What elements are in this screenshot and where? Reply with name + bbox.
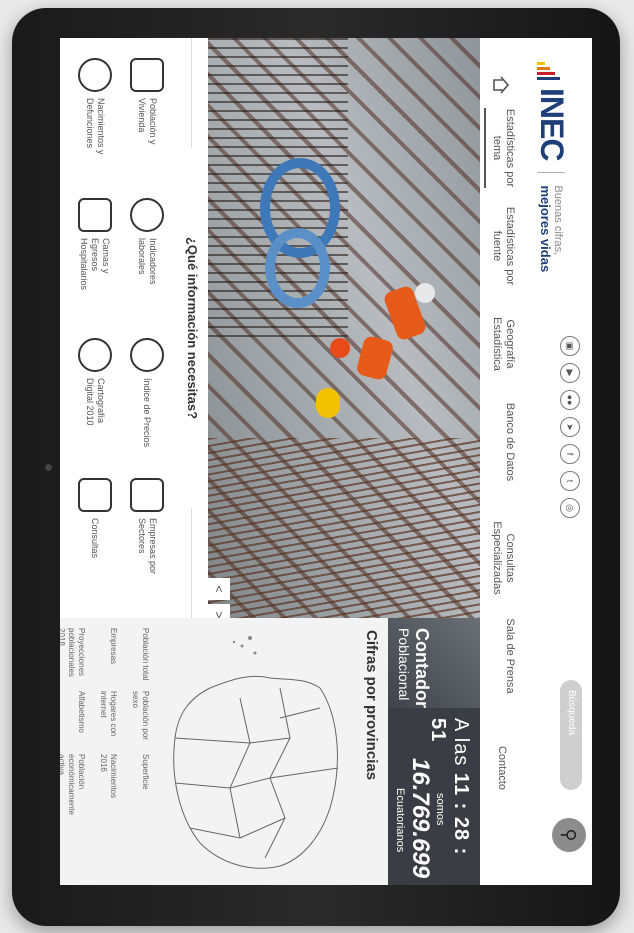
stat-label[interactable]: Empresas	[98, 628, 118, 687]
tagline-1: Buenas cifras,	[552, 185, 565, 256]
carousel-next-button[interactable]: >	[208, 604, 230, 618]
tile-empresas-sectores[interactable]: Empresas por Sectores	[122, 478, 172, 588]
website: INEC Buenas cifras, mejores vidas ▣ ▶ ●●…	[60, 38, 592, 885]
ecuador-map[interactable]	[155, 618, 360, 885]
tagline-2: mejores vidas	[538, 185, 554, 273]
counter-title: Contador	[412, 628, 432, 708]
counter-unit: Ecuatorianos	[394, 788, 406, 853]
hero-image: < >	[208, 38, 480, 618]
social-icons: ▣ ▶ ●● ➤ f t ◎	[560, 336, 580, 518]
nav-sala-prensa[interactable]: Sala de Prensa	[503, 616, 516, 696]
app-icon[interactable]: ▣	[560, 336, 580, 356]
tile-consultas[interactable]: Consultas	[70, 478, 120, 588]
hospital-icon	[78, 198, 112, 232]
stat-label[interactable]: Población por sexo	[130, 691, 150, 750]
tile-poblacion-vivienda[interactable]: Población y Vivienda	[122, 58, 172, 168]
stat-label[interactable]: Hogares con internet	[98, 691, 118, 750]
info-title: ¿Qué información necesitas?	[185, 148, 200, 508]
camera	[45, 464, 52, 471]
population-counter: Contador Poblacional A las 11 : 28 : 51 …	[388, 618, 480, 885]
stat-label[interactable]: Alfabetismo	[60, 691, 86, 750]
stat-label[interactable]: Nacimientos 2016	[98, 754, 118, 815]
telegram-icon[interactable]: ➤	[560, 417, 580, 437]
counter-subtitle: Poblacional	[396, 628, 412, 701]
tablet-screen: INEC Buenas cifras, mejores vidas ▣ ▶ ●●…	[60, 38, 592, 885]
provinces-panel: Cifras por provincias Población total Po…	[60, 618, 388, 885]
main-nav: Estadísticas por tema Estadísticas por f…	[479, 38, 520, 885]
nav-banco-datos[interactable]: Banco de Datos	[503, 402, 516, 482]
search-input[interactable]: Búsqueda	[560, 680, 582, 790]
provinces-title: Cifras por provincias	[363, 630, 380, 781]
stat-label[interactable]: Población total	[130, 628, 150, 687]
logo-bars	[537, 62, 566, 80]
nav-contacto[interactable]: Contacto	[495, 728, 508, 808]
nav-consultas[interactable]: Consultas Especializadas	[490, 508, 516, 608]
carousel-controls: < >	[208, 578, 230, 618]
nav-estadisticas-tema[interactable]: Estadísticas por tema	[484, 108, 516, 188]
worker-icon	[130, 198, 164, 232]
search-icon[interactable]: ⚲	[552, 818, 586, 852]
chart-icon	[130, 478, 164, 512]
facebook-icon[interactable]: f	[560, 444, 580, 464]
stat-label[interactable]: Proyecciones poblacionales 2018	[60, 628, 86, 687]
buildings-icon	[130, 58, 164, 92]
province-stats: Población total Población por sexo Super…	[60, 628, 150, 878]
tile-nacimientos[interactable]: Nacimientos y Defunciones	[70, 58, 120, 168]
twitter-icon[interactable]: t	[560, 471, 580, 491]
counter-number: 16.769.699	[407, 758, 434, 879]
instagram-icon[interactable]: ◎	[560, 498, 580, 518]
globe-money-icon	[130, 338, 164, 372]
stat-label[interactable]: Superficie	[130, 754, 150, 815]
home-icon[interactable]	[490, 74, 512, 96]
header: INEC Buenas cifras, mejores vidas ▣ ▶ ●●…	[520, 38, 592, 885]
flickr-icon[interactable]: ●●	[560, 390, 580, 410]
nav-geografia[interactable]: Geografía Estadística	[490, 304, 516, 384]
map-outline-icon	[78, 338, 112, 372]
nav-estadisticas-fuente[interactable]: Estadísticas por fuente	[490, 206, 516, 286]
tile-indicadores-laborales[interactable]: Indicadores laborales	[122, 198, 172, 308]
baby-icon	[78, 58, 112, 92]
inec-logo[interactable]: INEC Buenas cifras, mejores vidas	[533, 62, 570, 272]
youtube-icon[interactable]: ▶	[560, 363, 580, 383]
tile-indice-precios[interactable]: Índice de Precios	[122, 338, 172, 448]
logo-text: INEC	[534, 88, 570, 161]
carousel-prev-button[interactable]: <	[208, 578, 230, 600]
stat-label[interactable]: Población económicamente activa	[60, 754, 86, 815]
tile-cartografia[interactable]: Cartografía Digital 2010	[70, 338, 120, 448]
people-network-icon	[78, 478, 112, 512]
counter-somos: somos	[434, 793, 446, 826]
tile-camas-egresos[interactable]: Camas y Egresos Hospitalarios	[70, 198, 120, 308]
